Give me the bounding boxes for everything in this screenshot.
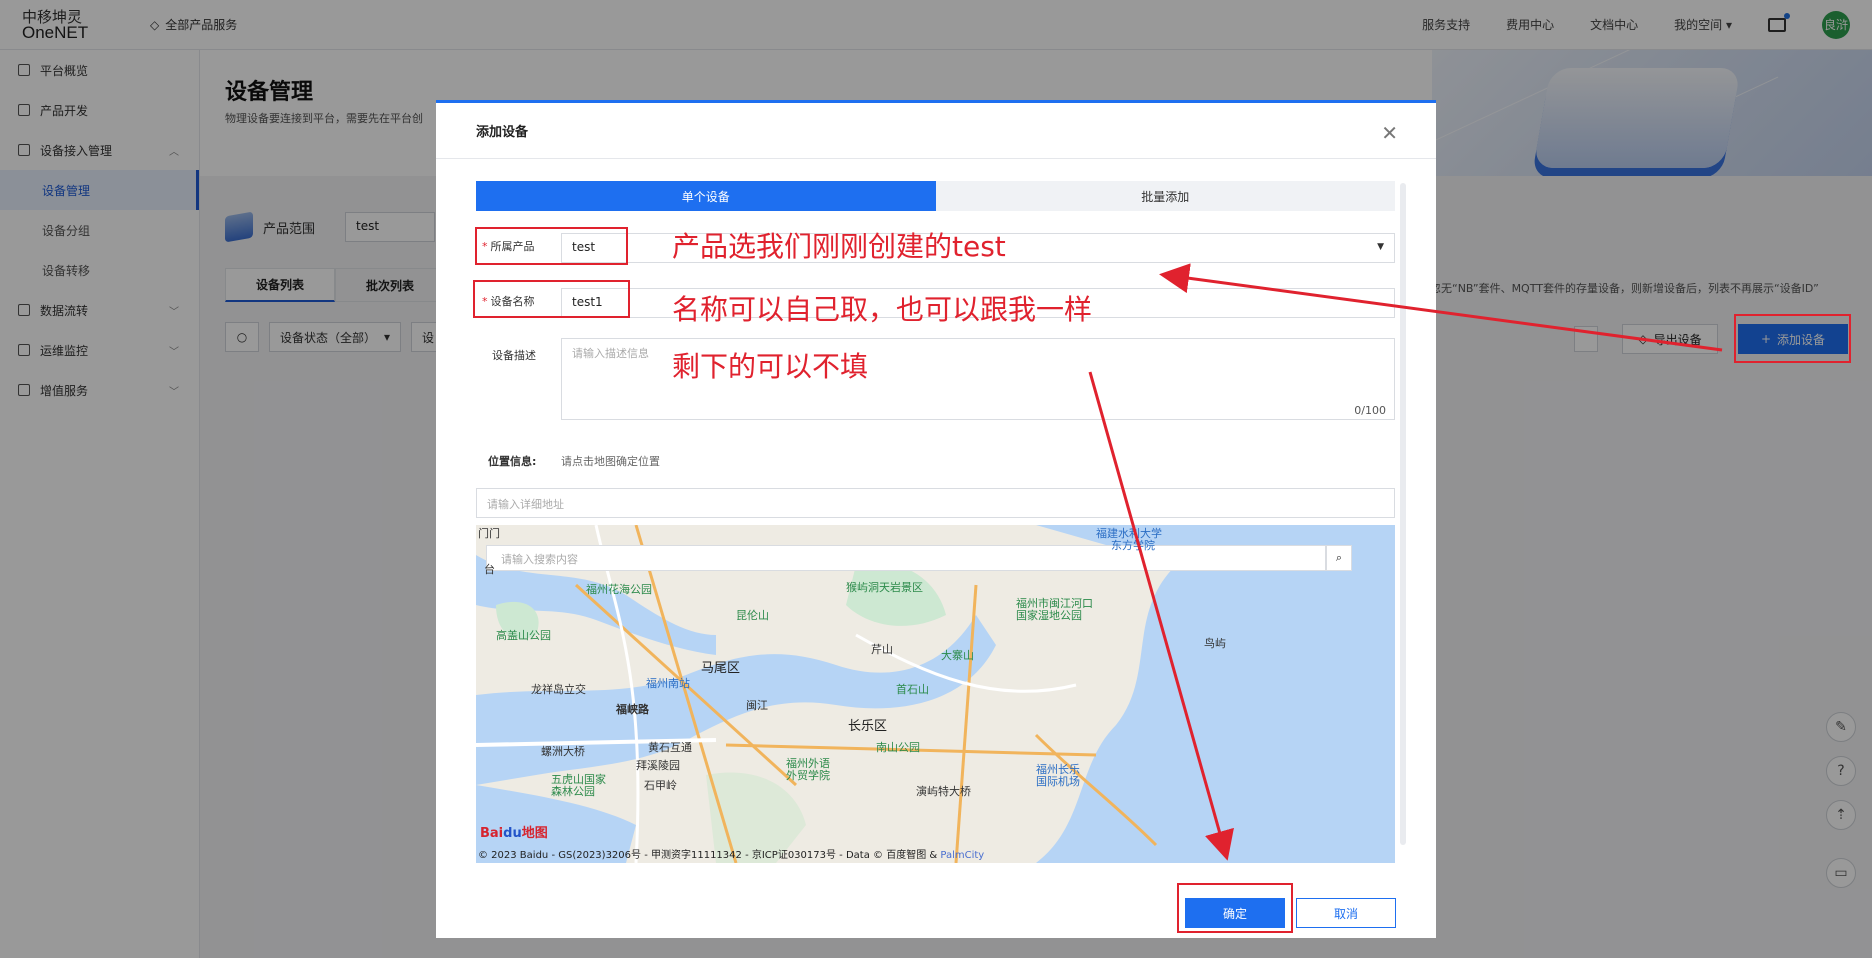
map-label: 福州南站 — [646, 677, 690, 690]
char-counter: 0/100 — [1354, 404, 1386, 417]
map-label: 森林公园 — [551, 785, 595, 798]
map-label: 鸟屿 — [1204, 637, 1226, 650]
location-hint: 请点击地图确定位置 — [561, 455, 660, 468]
map-label: 长乐区 — [848, 719, 888, 734]
map-label: 国际机场 — [1036, 775, 1080, 788]
add-mode-tabs: 单个设备 批量添加 — [476, 181, 1395, 211]
cancel-button[interactable]: 取消 — [1296, 898, 1396, 928]
map-label: 石甲岭 — [644, 779, 677, 792]
tab-batch-add[interactable]: 批量添加 — [935, 181, 1395, 211]
location-map[interactable]: 请输入搜索内容 ⌕ 门门 福建水利大学 东方学院 台 福州花海公园 猴屿洞天岩景… — [476, 525, 1395, 863]
dialog-scrollbar[interactable] — [1400, 183, 1406, 845]
map-label: 南山公园 — [876, 741, 920, 754]
map-label: 演屿特大桥 — [916, 785, 971, 798]
map-label: 门门 — [478, 527, 500, 540]
tab-single-device[interactable]: 单个设备 — [476, 181, 936, 211]
map-label: 芹山 — [871, 643, 893, 656]
annotation-box-name — [473, 280, 630, 318]
map-label: 黄石互通 — [648, 741, 692, 754]
search-icon[interactable]: ⌕ — [1326, 545, 1352, 571]
map-label: 高盖山公园 — [496, 629, 551, 642]
map-label: 龙祥岛立交 — [531, 683, 586, 696]
annotation-text-rest: 剩下的可以不填 — [672, 350, 869, 383]
annotation-box-confirm — [1177, 883, 1293, 933]
close-icon[interactable]: ✕ — [1381, 121, 1398, 145]
map-label: 台 — [484, 563, 495, 576]
device-desc-label: 设备描述 — [492, 349, 536, 362]
address-input[interactable]: 请输入详细地址 — [476, 488, 1395, 518]
map-search-input[interactable]: 请输入搜索内容 — [486, 545, 1326, 571]
map-label: 马尾区 — [701, 661, 741, 676]
dialog-header: 添加设备 ✕ — [436, 103, 1436, 159]
map-label: 大寨山 — [941, 649, 974, 662]
map-label: 福州花海公园 — [586, 583, 652, 596]
location-label: 位置信息: — [488, 455, 537, 468]
map-label: 螺洲大桥 — [541, 745, 585, 758]
map-label: 猴屿洞天岩景区 — [846, 581, 923, 594]
map-label: 闽江 — [746, 699, 768, 712]
caret-down-icon: ▼ — [1377, 242, 1384, 252]
annotation-text-name: 名称可以自己取，也可以跟我一样 — [672, 293, 1093, 326]
annotation-text-product: 产品选我们刚刚创建的test — [672, 230, 1006, 263]
map-label: 国家湿地公园 — [1016, 609, 1082, 622]
map-copyright: © 2023 Baidu - GS(2023)3206号 - 甲测资字11111… — [478, 850, 985, 861]
dialog-title: 添加设备 — [476, 125, 529, 140]
map-label: 外贸学院 — [786, 769, 830, 782]
baidu-map-logo: Baidu地图 — [480, 826, 548, 841]
map-label: 东方学院 — [1111, 539, 1155, 552]
map-label: 首石山 — [896, 683, 929, 696]
annotation-box-add-device — [1734, 314, 1851, 363]
map-label: 拜溪陵园 — [636, 759, 680, 772]
palmcity-link[interactable]: PalmCity — [940, 850, 984, 861]
map-label: 昆伦山 — [736, 609, 769, 622]
map-label: 福峡路 — [616, 703, 649, 716]
annotation-box-product — [475, 227, 628, 265]
map-geometry — [476, 525, 1395, 863]
